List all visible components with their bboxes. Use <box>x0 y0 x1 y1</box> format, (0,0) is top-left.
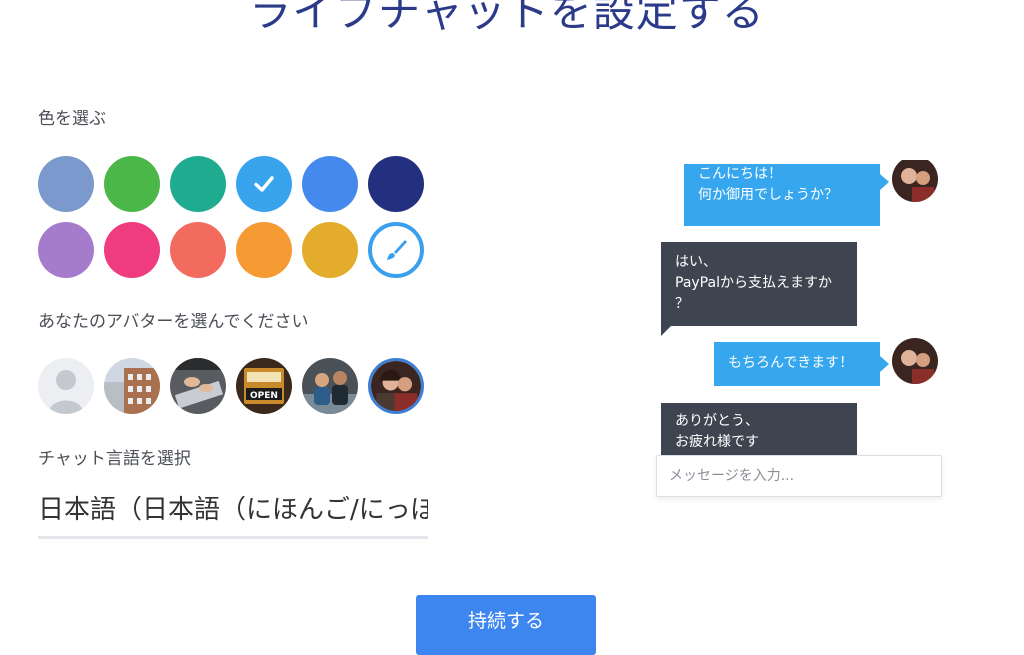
color-swatch[interactable] <box>104 156 160 212</box>
visitor-message: はい、 PayPalから支払えますか ？ <box>661 242 857 326</box>
bubble-tail <box>880 174 889 190</box>
laptop-photo-icon <box>170 358 226 414</box>
avatar-option-building[interactable] <box>104 358 160 414</box>
message-text: こんにちは！ 何か御用でしょうか？ <box>698 166 838 203</box>
page-title: ライブチャットを設定する <box>249 0 765 36</box>
avatar-option-open-sign[interactable]: OPEN <box>236 358 292 414</box>
couple-photo-icon <box>371 361 421 411</box>
chat-message-input[interactable] <box>656 455 942 497</box>
color-swatch[interactable] <box>104 222 160 278</box>
svg-text:OPEN: OPEN <box>250 391 278 401</box>
message-text: ありがとう、 お疲れ様です <box>675 413 759 450</box>
avatar-section-label: あなたのアバターを選んでください <box>38 312 309 332</box>
color-swatch-custom[interactable] <box>368 222 424 278</box>
message-text: もちろんできます！ <box>728 355 854 371</box>
open-sign-photo-icon: OPEN <box>236 358 292 414</box>
language-section-label: チャット言語を選択 <box>38 449 191 469</box>
bubble-tail <box>880 356 889 372</box>
agent-message: もちろんできます！ <box>714 342 880 386</box>
color-swatch[interactable] <box>302 222 358 278</box>
color-swatch[interactable] <box>38 222 94 278</box>
color-swatch[interactable] <box>236 156 292 212</box>
color-swatch[interactable] <box>38 156 94 212</box>
color-swatch[interactable] <box>236 222 292 278</box>
language-select[interactable]: 日本語（日本語（にほんご/にっぽ <box>38 490 428 539</box>
color-swatch[interactable] <box>170 222 226 278</box>
color-swatch[interactable] <box>302 156 358 212</box>
agent-avatar <box>892 338 938 384</box>
building-photo-icon <box>104 358 160 414</box>
continue-button[interactable]: 持続する <box>416 595 596 655</box>
avatar-option-couple[interactable] <box>368 358 424 414</box>
people-photo-icon <box>302 358 358 414</box>
bubble-tail <box>661 326 671 336</box>
color-swatch[interactable] <box>170 156 226 212</box>
avatar-option-laptop[interactable] <box>170 358 226 414</box>
chat-preview: こんにちは！ 何か御用でしょうか？ はい、 PayPalから支払えますか ？ も… <box>640 160 960 505</box>
message-text: はい、 PayPalから支払えますか ？ <box>675 254 832 312</box>
default-avatar-icon <box>38 358 94 414</box>
avatar-option-people[interactable] <box>302 358 358 414</box>
agent-message: こんにちは！ 何か御用でしょうか？ <box>684 164 880 226</box>
color-swatch[interactable] <box>368 156 424 212</box>
paintbrush-icon <box>387 240 407 260</box>
checkmark-icon <box>254 176 274 192</box>
avatar-option-default[interactable] <box>38 358 94 414</box>
agent-avatar <box>892 160 938 202</box>
color-section-label: 色を選ぶ <box>38 109 106 129</box>
